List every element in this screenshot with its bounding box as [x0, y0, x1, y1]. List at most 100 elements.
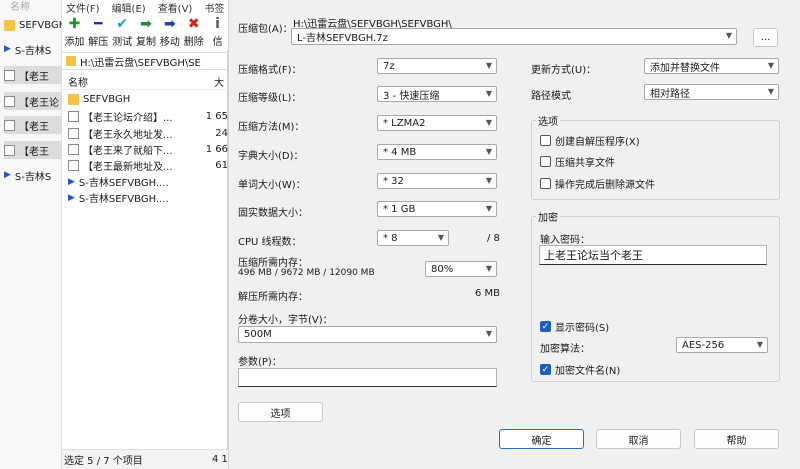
- pathmode-select[interactable]: 相对路径 ▼: [644, 84, 779, 100]
- menu-edit[interactable]: 编辑(E): [112, 0, 146, 15]
- column-name[interactable]: 名称: [68, 74, 88, 89]
- file-size: 61: [215, 160, 228, 171]
- explorer-item[interactable]: SEFVBGH: [4, 16, 62, 34]
- list-item[interactable]: ▶ S-吉林SEFVBGH....: [68, 190, 228, 206]
- checkbox-box: [540, 135, 551, 146]
- solid-value: * 1 GB: [383, 203, 416, 215]
- checkbox-box: [540, 156, 551, 167]
- format-label: 压缩格式(F)：: [238, 65, 302, 76]
- checkbox-box: [540, 178, 551, 189]
- split-select[interactable]: 500M ▼: [238, 326, 497, 343]
- method-select[interactable]: * LZMA2 ▼: [377, 115, 497, 131]
- show-password-checkbox[interactable]: ✓ 显示密码(S): [540, 319, 609, 334]
- format-value: 7z: [383, 60, 395, 72]
- check-icon: ✓: [540, 321, 551, 332]
- word-select[interactable]: * 32 ▼: [377, 173, 497, 189]
- list-item[interactable]: 【老王最新地址及... 61: [68, 158, 228, 173]
- archive-name-value: L-吉林SEFVBGH.7z: [297, 33, 388, 44]
- explorer-item[interactable]: ▶ S-吉林S: [4, 166, 62, 184]
- decomp-label: 解压所需内存：: [238, 292, 308, 303]
- document-icon: [68, 111, 79, 122]
- address-bar[interactable]: H:\迅雷云盘\SEFVBGH\SE: [62, 52, 228, 70]
- cpu-label: CPU 线程数：: [238, 237, 302, 248]
- extract-button[interactable]: ━ 解压: [88, 14, 109, 48]
- cpu-total: / 8: [487, 233, 500, 244]
- move-icon: ➡: [164, 16, 176, 32]
- format-select[interactable]: 7z ▼: [377, 58, 497, 74]
- status-bar: 选定 5 / 7 个项目 4 1: [62, 449, 228, 469]
- chevron-down-icon: ▼: [756, 340, 763, 349]
- shared-checkbox[interactable]: 压缩共享文件: [540, 154, 615, 169]
- explorer-item[interactable]: ▶ S-吉林S: [4, 40, 62, 58]
- solid-select[interactable]: * 1 GB ▼: [377, 201, 497, 217]
- word-value: * 32: [383, 175, 404, 187]
- explorer-item[interactable]: 【老王: [4, 66, 62, 84]
- browse-button[interactable]: ...: [753, 28, 778, 47]
- explorer-pane: 名称 SEFVBGH ▶ S-吉林S 【老王 【老王论 【老王 【老王 ▶ S-吉林…: [0, 0, 62, 469]
- move-button[interactable]: ➡ 移动: [159, 14, 180, 48]
- explorer-item[interactable]: 【老王: [4, 116, 62, 134]
- params-input[interactable]: [238, 368, 497, 387]
- test-button[interactable]: ✔ 测试: [112, 14, 133, 48]
- sfx-checkbox[interactable]: 创建自解压程序(X): [540, 133, 640, 148]
- document-icon: [4, 69, 15, 81]
- test-label: 测试: [112, 37, 133, 48]
- enc-method-select[interactable]: AES-256 ▼: [676, 337, 768, 353]
- list-item[interactable]: 【老王论坛介绍】... 1 65: [68, 109, 228, 124]
- dict-select[interactable]: * 4 MB ▼: [377, 144, 497, 160]
- folder-icon: [66, 56, 76, 66]
- explorer-header: 名称: [10, 2, 30, 13]
- menu-file[interactable]: 文件(F): [66, 0, 100, 15]
- solid-label: 固实数据大小：: [238, 208, 308, 219]
- cpu-value: * 8: [383, 232, 398, 244]
- archive-name-field[interactable]: L-吉林SEFVBGH.7z ▼: [291, 28, 737, 45]
- delete-source-checkbox[interactable]: 操作完成后删除源文件: [540, 176, 655, 191]
- chevron-right-icon: ▶: [68, 192, 75, 203]
- ok-button[interactable]: 确定: [499, 429, 584, 449]
- level-label: 压缩等级(L)：: [238, 93, 302, 104]
- mem-label: 压缩所需内存：: [238, 258, 308, 269]
- menu-bookmarks[interactable]: 书签: [204, 0, 224, 15]
- help-button[interactable]: 帮助: [694, 429, 779, 449]
- add-button[interactable]: ✚ 添加: [64, 14, 85, 48]
- word-label: 单词大小(W)：: [238, 180, 306, 191]
- pathmode-label: 路径模式: [531, 91, 571, 102]
- document-icon: [68, 128, 79, 139]
- copy-button[interactable]: ➡ 复制: [136, 14, 157, 48]
- info-button[interactable]: i信: [207, 14, 228, 48]
- update-select[interactable]: 添加并替换文件 ▼: [644, 58, 779, 74]
- folder-icon: [4, 19, 15, 31]
- options-button[interactable]: 选项: [238, 402, 323, 422]
- encrypt-names-checkbox[interactable]: ✓ 加密文件名(N): [540, 362, 620, 377]
- chevron-down-icon: ▼: [725, 31, 732, 40]
- chevron-down-icon: ▼: [485, 329, 492, 338]
- mem-percent-select[interactable]: 80% ▼: [425, 261, 497, 277]
- list-item[interactable]: ▶ S-吉林SEFVBGH....: [68, 174, 228, 190]
- document-icon: [4, 119, 15, 131]
- chevron-down-icon: ▼: [485, 61, 492, 70]
- document-icon: [4, 144, 15, 156]
- enc-method-label: 加密算法：: [540, 344, 590, 355]
- document-icon: [4, 95, 15, 107]
- password-label: 输入密码：: [540, 235, 590, 246]
- list-item[interactable]: 【老王来了就船下... 1 66: [68, 142, 228, 157]
- level-select[interactable]: 3 - 快速压缩 ▼: [377, 86, 497, 102]
- explorer-item[interactable]: 【老王论: [4, 92, 62, 110]
- mem-detail: 496 MB / 9672 MB / 12090 MB: [238, 268, 375, 278]
- delete-source-label: 操作完成后删除源文件: [555, 180, 655, 191]
- explorer-item[interactable]: 【老王: [4, 141, 62, 159]
- cancel-button[interactable]: 取消: [596, 429, 681, 449]
- list-item[interactable]: SEFVBGH: [68, 92, 228, 107]
- cpu-select[interactable]: * 8 ▼: [377, 230, 449, 246]
- column-size[interactable]: 大: [214, 74, 224, 89]
- method-label: 压缩方法(M)：: [238, 122, 305, 133]
- add-label: 添加: [64, 37, 85, 48]
- list-item[interactable]: 【老王永久地址发... 24: [68, 126, 228, 141]
- menu-view[interactable]: 查看(V): [158, 0, 193, 15]
- file-name: 【老王永久地址发...: [83, 130, 173, 141]
- password-input[interactable]: 上老王论坛当个老王: [539, 245, 767, 265]
- delete-button[interactable]: ✖ 删除: [183, 14, 204, 48]
- folder-icon: [68, 94, 79, 105]
- archive-label: 压缩包(A)：: [238, 24, 293, 35]
- chevron-down-icon: ▼: [437, 233, 444, 242]
